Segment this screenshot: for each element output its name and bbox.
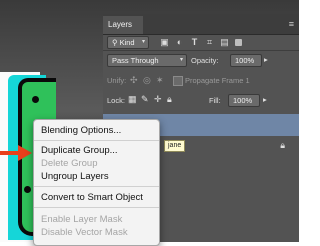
lock-all-icon[interactable]: 🔒︎: [167, 94, 172, 105]
tab-layers[interactable]: Layers: [103, 16, 143, 34]
menu-item-ungroup-layers[interactable]: Ungroup Layers: [41, 171, 109, 182]
search-icon: ⚲: [112, 38, 120, 47]
filter-row: ⚲ Kind ▾ ▣ ◐ T ⌗ ▤: [103, 34, 299, 50]
pixel-filter-icon[interactable]: ▣: [159, 37, 170, 48]
canvas-image-dot: [32, 96, 39, 103]
adjustment-filter-icon[interactable]: ◐: [174, 37, 185, 48]
propagate-frame-label: Propagate Frame 1: [185, 76, 250, 85]
fill-value: 100%: [233, 96, 253, 105]
menu-item-disable-vector-mask: Disable Vector Mask: [41, 227, 128, 238]
fill-field[interactable]: 100%: [228, 94, 260, 107]
menu-divider: [34, 207, 159, 208]
filter-toggle-icon[interactable]: [235, 39, 242, 46]
menu-item-delete-group: Delete Group: [41, 158, 98, 169]
lock-row: Lock: ▦ ✎ ✛ 🔒︎ Fill: 100% ▸: [103, 92, 299, 108]
lock-icon: 🔒︎: [280, 140, 285, 150]
smart-object-filter-icon[interactable]: ▤: [219, 37, 230, 48]
panel-tab-bar: Layers ≡: [103, 14, 299, 35]
fill-slider-arrow-icon[interactable]: ▸: [263, 95, 267, 104]
canvas-image-dot: [24, 186, 31, 193]
menu-item-blending-options[interactable]: Blending Options...: [41, 125, 121, 136]
blend-mode-value: Pass Through: [112, 56, 159, 65]
unify-visibility-icon[interactable]: ◎: [143, 75, 151, 86]
menu-divider: [34, 186, 159, 187]
unify-position-icon[interactable]: ✣: [130, 75, 138, 86]
blend-row: Pass Through ▾ Opacity: 100% ▸: [103, 52, 299, 68]
lock-image-pixels-icon[interactable]: ✎: [141, 94, 149, 105]
context-menu: Blending Options... Duplicate Group... D…: [33, 119, 160, 246]
filter-kind-select[interactable]: ⚲ Kind ▾: [107, 36, 149, 49]
unify-label: Unify:: [107, 76, 127, 85]
menu-item-enable-layer-mask: Enable Layer Mask: [41, 214, 123, 225]
chevron-down-icon: ▾: [141, 39, 145, 45]
filter-kind-label: Kind: [119, 38, 135, 47]
unify-style-icon[interactable]: ✶: [156, 75, 164, 86]
layer-name-tooltip: jane: [164, 140, 186, 152]
opacity-field[interactable]: 100%: [230, 54, 262, 67]
unify-row: Unify: ✣ ◎ ✶ Propagate Frame 1: [103, 72, 299, 88]
shape-filter-icon[interactable]: ⌗: [204, 37, 215, 48]
lock-transparent-pixels-icon[interactable]: ▦: [128, 94, 137, 105]
lock-label: Lock:: [107, 96, 125, 105]
menu-item-convert-to-smart-object[interactable]: Convert to Smart Object: [41, 192, 143, 203]
red-arrow-annotation: [0, 145, 32, 161]
divider: [103, 50, 299, 51]
type-filter-icon[interactable]: T: [189, 37, 200, 48]
blend-mode-select[interactable]: Pass Through ▾: [107, 54, 187, 67]
menu-divider: [34, 140, 159, 141]
opacity-label: Opacity:: [191, 56, 219, 65]
opacity-value: 100%: [235, 56, 255, 65]
menu-item-duplicate-group[interactable]: Duplicate Group...: [41, 145, 118, 156]
panel-menu-icon[interactable]: ≡: [289, 19, 294, 29]
chevron-down-icon: ▾: [179, 57, 183, 63]
opacity-slider-arrow-icon[interactable]: ▸: [264, 55, 268, 64]
lock-position-icon[interactable]: ✛: [154, 94, 162, 105]
fill-label: Fill:: [209, 96, 221, 105]
propagate-frame-checkbox[interactable]: [173, 76, 183, 86]
